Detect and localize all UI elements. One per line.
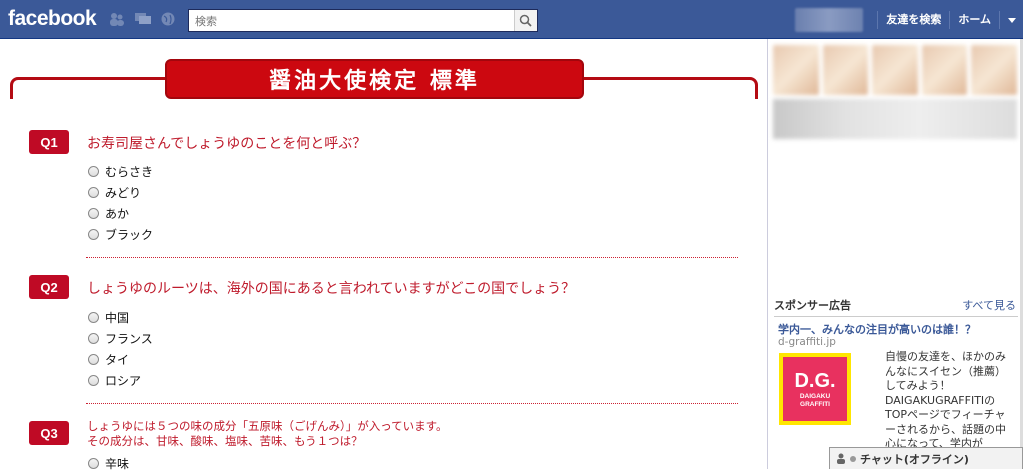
option-q2-4[interactable]: ロシア: [88, 372, 141, 389]
ad-title-link[interactable]: 学内一、みんなの注目が高いのは誰！？: [778, 321, 976, 337]
option-q2-2[interactable]: フランス: [88, 330, 153, 347]
ad-image-logo: D.G. DAIGAKU GRAFFITI: [783, 357, 847, 421]
option-label: みどり: [105, 186, 142, 200]
option-q1-1[interactable]: むらさき: [88, 163, 153, 180]
quiz-title-banner: 醤油大使検定 標準: [165, 59, 584, 99]
chat-status-icon: [850, 455, 856, 462]
option-label: むらさき: [105, 165, 154, 179]
blurred-content-box: [773, 99, 1017, 139]
messages-icon[interactable]: [135, 12, 151, 26]
sponsored-header: スポンサー広告 すべて見る: [774, 297, 1018, 317]
right-sidebar: スポンサー広告 すべて見る 学内一、みんなの注目が高いのは誰！？ d-graff…: [767, 39, 1023, 469]
question-text-q3-line2: その成分は、甘味、酸味、塩味、苦味、もう１つは？: [87, 434, 363, 448]
radio-button[interactable]: [88, 333, 99, 344]
question-badge-q1: Q1: [29, 130, 69, 154]
radio-button[interactable]: [88, 375, 99, 386]
question-badge-q3: Q3: [29, 421, 69, 445]
option-q2-3[interactable]: タイ: [88, 351, 129, 368]
radio-button[interactable]: [88, 208, 99, 219]
chat-bar[interactable]: チャット(オフライン): [829, 447, 1023, 469]
ad-image[interactable]: D.G. DAIGAKU GRAFFITI: [779, 353, 851, 425]
facebook-logo[interactable]: facebook: [8, 7, 97, 31]
radio-button[interactable]: [88, 166, 99, 177]
search-icon: [519, 14, 532, 27]
ad-logo-small-text-2: GRAFFITI: [800, 400, 830, 408]
profile-link[interactable]: [795, 7, 864, 32]
question-divider: [86, 257, 738, 258]
chat-label: チャット(オフライン): [860, 452, 969, 466]
search-button[interactable]: [514, 10, 537, 31]
radio-button[interactable]: [88, 458, 99, 469]
option-label: ブラック: [105, 228, 154, 242]
ad-logo-big-text: D.G.: [794, 369, 836, 392]
option-label: タイ: [105, 353, 130, 367]
option-q1-3[interactable]: あか: [88, 205, 129, 222]
radio-button[interactable]: [88, 229, 99, 240]
option-q1-2[interactable]: みどり: [88, 184, 141, 201]
question-text-q1: お寿司屋さんでしょうゆのことを何と呼ぶ？: [87, 136, 367, 152]
question-badge-q2: Q2: [29, 275, 69, 299]
question-text-q2: しょうゆのルーツは、海外の国にあると言われていますがどこの国でしょう？: [87, 281, 576, 297]
question-text-q3-line1: しょうゆには５つの味の成分「五原味（ごげんみ）」が入っています。: [87, 419, 448, 433]
see-all-link[interactable]: すべて見る: [962, 297, 1016, 313]
top-navigation-bar: facebook 友達を検索 ホーム: [0, 0, 1023, 39]
friend-requests-icon[interactable]: [109, 12, 125, 26]
account-menu-caret-icon[interactable]: [999, 10, 1023, 29]
radio-button[interactable]: [88, 187, 99, 198]
option-q3-1[interactable]: 辛味: [88, 455, 129, 472]
notifications-globe-icon[interactable]: [160, 12, 176, 26]
header-right-nav: 友達を検索 ホーム: [795, 0, 1023, 39]
ad-logo-small-text-1: DAIGAKU: [799, 392, 831, 400]
option-label: 辛味: [105, 457, 130, 471]
search-box: [188, 9, 538, 32]
option-label: あか: [105, 207, 130, 221]
chat-user-icon: [837, 453, 845, 464]
search-input[interactable]: [189, 11, 507, 32]
main-content: [0, 39, 767, 469]
option-q1-4[interactable]: ブラック: [88, 226, 153, 243]
question-divider: [86, 403, 738, 404]
option-label: ロシア: [105, 374, 142, 388]
radio-button[interactable]: [88, 312, 99, 323]
home-link[interactable]: ホーム: [949, 10, 999, 29]
option-label: 中国: [105, 311, 130, 325]
option-label: フランス: [105, 332, 153, 346]
ad-body-text: 自慢の友達を、ほかのみんなにスイセン（推薦）してみよう！DAIGAKUGRAFF…: [885, 350, 1006, 450]
radio-button[interactable]: [88, 354, 99, 365]
blurred-photo-strip[interactable]: [773, 45, 1017, 95]
ad-url[interactable]: d-graffiti.jp: [778, 336, 836, 348]
option-q2-1[interactable]: 中国: [88, 309, 129, 326]
find-friends-link[interactable]: 友達を検索: [877, 10, 949, 29]
sponsored-label: スポンサー広告: [774, 299, 851, 312]
